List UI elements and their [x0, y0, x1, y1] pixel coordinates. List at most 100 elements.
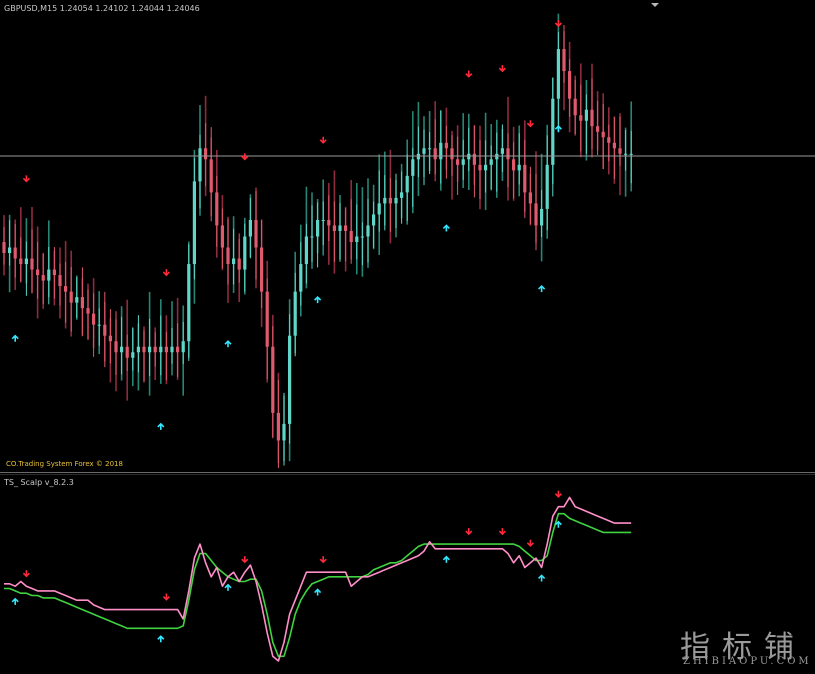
candle-body — [243, 236, 247, 270]
candle-body — [237, 258, 241, 270]
candle-body — [355, 236, 359, 242]
candle-body — [148, 346, 152, 353]
candle-body — [489, 159, 493, 165]
candle-body — [47, 269, 51, 281]
watermark-latin: ZHIBIAOPU.COM — [683, 656, 812, 667]
candle-body — [316, 219, 320, 237]
candle-body — [8, 247, 12, 254]
candle-body — [545, 164, 549, 209]
ind-signal-up-arrow — [314, 588, 322, 596]
candle-body — [467, 153, 471, 160]
candle-body — [528, 192, 532, 204]
candle-body — [439, 142, 443, 160]
candle-body — [75, 297, 79, 303]
indicator-line — [4, 512, 632, 658]
candle-body — [97, 324, 101, 326]
signal-down-arrow — [22, 175, 30, 183]
ind-signal-down-arrow — [526, 539, 534, 547]
candle-body — [372, 214, 376, 226]
candle-body — [192, 181, 196, 265]
signal-down-arrow — [241, 153, 249, 161]
candle-body — [248, 219, 252, 237]
ind-signal-up-arrow — [224, 583, 232, 591]
signal-up-arrow — [314, 295, 322, 304]
ind-signal-down-arrow — [554, 490, 562, 498]
candle-body — [556, 49, 560, 99]
candle-body — [64, 286, 68, 292]
chart-shift-marker[interactable] — [651, 3, 659, 7]
candle-body — [153, 346, 157, 353]
candle-body — [523, 164, 527, 193]
candle-body — [540, 208, 544, 226]
candle-body — [400, 192, 404, 198]
candle-body — [327, 219, 331, 226]
candle-body — [187, 264, 191, 342]
signal-down-arrow — [465, 70, 473, 78]
candle-body — [596, 126, 600, 132]
candle-body — [411, 159, 415, 176]
candle-body — [405, 175, 409, 193]
signal-up-arrow — [11, 334, 19, 342]
candle-body — [495, 153, 499, 160]
candle-body — [304, 236, 308, 265]
candle-body — [36, 269, 40, 276]
pane-separators — [0, 472, 815, 475]
indicator-signal-arrows — [11, 490, 562, 643]
ind-signal-down-arrow — [319, 556, 327, 564]
candle-body — [456, 159, 460, 165]
candle-body — [517, 164, 521, 171]
candle-body — [13, 247, 17, 259]
candle-body — [579, 115, 583, 121]
signal-up-arrow — [224, 340, 232, 348]
candle-body — [142, 346, 146, 353]
candle-body — [215, 192, 219, 226]
candle-body — [260, 247, 264, 292]
ind-signal-down-arrow — [465, 528, 473, 536]
candle-body — [204, 148, 208, 160]
candle-body — [125, 346, 129, 358]
candle-body — [568, 71, 572, 99]
candle-body — [80, 297, 84, 309]
ind-signal-up-arrow — [538, 574, 546, 582]
candle-body — [176, 346, 180, 353]
candle-body — [512, 159, 516, 171]
candle-body — [120, 346, 124, 353]
signal-down-arrow — [162, 269, 170, 277]
ind-signal-down-arrow — [241, 556, 249, 564]
candle-body — [551, 98, 555, 165]
signal-up-arrow — [157, 422, 165, 430]
candle-body — [444, 142, 448, 149]
candle-body — [601, 131, 605, 138]
candle-body — [394, 197, 398, 204]
candle-body — [366, 225, 370, 237]
signal-down-arrow — [498, 65, 506, 73]
ind-signal-up-arrow — [11, 597, 19, 605]
candle-body — [58, 275, 62, 287]
candle-body — [506, 148, 510, 160]
indicator-title: TS_ Scalp v_8.2.3 — [4, 478, 74, 487]
candle-body — [69, 291, 73, 303]
chart-canvas[interactable] — [0, 0, 815, 674]
signal-down-arrow — [319, 136, 327, 144]
candle-body — [461, 159, 465, 165]
signal-down-arrow — [526, 120, 534, 128]
candle-body — [41, 275, 45, 281]
candles — [2, 25, 633, 469]
candle-body — [181, 341, 185, 353]
candle-body — [584, 109, 588, 121]
candle-body — [265, 291, 269, 347]
candle-body — [2, 242, 6, 254]
candle-body — [573, 98, 577, 116]
candle-body — [92, 313, 96, 325]
candle-body — [383, 197, 387, 204]
candle-body — [428, 148, 432, 150]
candle-body — [450, 148, 454, 160]
ind-signal-up-arrow — [442, 555, 450, 563]
candle-body — [433, 148, 437, 160]
candle-body — [198, 148, 202, 182]
signal-down-arrow — [554, 20, 562, 28]
signal-up-arrow — [538, 284, 546, 293]
candle-body — [232, 258, 236, 265]
candle-body — [159, 346, 163, 353]
candle-body — [484, 164, 488, 171]
